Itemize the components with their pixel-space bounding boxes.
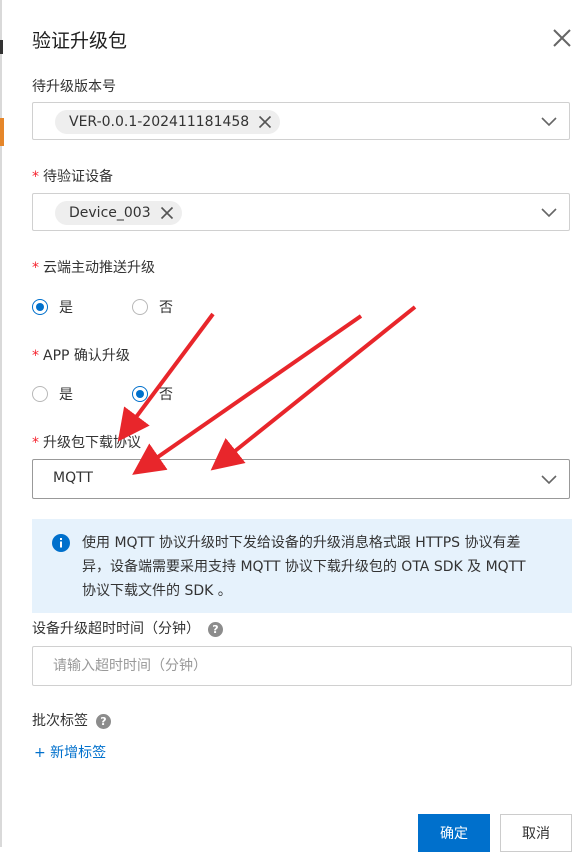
version-label: 待升级版本号 [32, 79, 116, 95]
version-tag-text: VER-0.0.1-202411181458 [69, 114, 250, 130]
question-icon[interactable]: ? [208, 621, 223, 637]
version-tag: VER-0.0.1-202411181458 [55, 110, 281, 134]
protocol-notice-text: 使用 MQTT 协议升级时下发给设备的升级消息格式跟 HTTPS 协议有差异，设… [82, 535, 526, 599]
question-icon[interactable]: ? [96, 713, 111, 729]
annotation-arrow [210, 305, 417, 471]
annotation-arrow [132, 314, 363, 475]
confirm-button[interactable]: 确定 [418, 814, 490, 852]
chevron-down-icon[interactable] [541, 115, 557, 127]
dialog-title: 验证升级包 [32, 30, 128, 52]
chevron-down-icon[interactable] [541, 473, 557, 485]
close-icon[interactable] [258, 115, 272, 129]
close-icon[interactable] [160, 206, 174, 220]
device-select[interactable]: Device_003 [32, 193, 570, 231]
app-confirm-no-radio[interactable]: 否 [132, 384, 173, 404]
add-tag-link[interactable]: + 新增标签 [34, 742, 106, 762]
cloud-push-yes-radio[interactable]: 是 [32, 297, 73, 317]
app-confirm-label: * APP 确认升级 [32, 348, 130, 364]
radio-checked-icon [132, 386, 148, 402]
cancel-button[interactable]: 取消 [500, 814, 572, 852]
required-mark: * [32, 260, 39, 276]
device-label: * 待验证设备 [32, 169, 113, 185]
version-select[interactable]: VER-0.0.1-202411181458 [32, 102, 570, 140]
protocol-label: * 升级包下载协议 [32, 435, 141, 451]
info-icon [52, 534, 70, 552]
required-mark: * [32, 348, 39, 364]
radio-unchecked-icon [132, 299, 148, 315]
protocol-notice: 使用 MQTT 协议升级时下发给设备的升级消息格式跟 HTTPS 协议有差异，设… [32, 519, 572, 613]
close-icon[interactable] [550, 26, 574, 50]
timeout-label: 设备升级超时时间（分钟）? [32, 618, 223, 638]
radio-unchecked-icon [32, 386, 48, 402]
background-edge-mark [0, 40, 3, 54]
required-mark: * [32, 169, 39, 185]
protocol-select[interactable]: MQTT [32, 459, 570, 499]
annotation-arrow [117, 312, 215, 442]
chevron-down-icon[interactable] [541, 206, 557, 218]
radio-checked-icon [32, 299, 48, 315]
protocol-value: MQTT [53, 470, 93, 486]
cloud-push-no-radio[interactable]: 否 [132, 297, 173, 317]
device-tag-text: Device_003 [69, 205, 151, 221]
batch-tag-label: 批次标签? [32, 710, 111, 730]
timeout-input[interactable] [32, 646, 572, 686]
cloud-push-label: * 云端主动推送升级 [32, 260, 155, 276]
app-confirm-yes-radio[interactable]: 是 [32, 384, 73, 404]
required-mark: * [32, 435, 39, 451]
background-edge-accent [0, 118, 4, 146]
device-tag: Device_003 [55, 201, 182, 225]
